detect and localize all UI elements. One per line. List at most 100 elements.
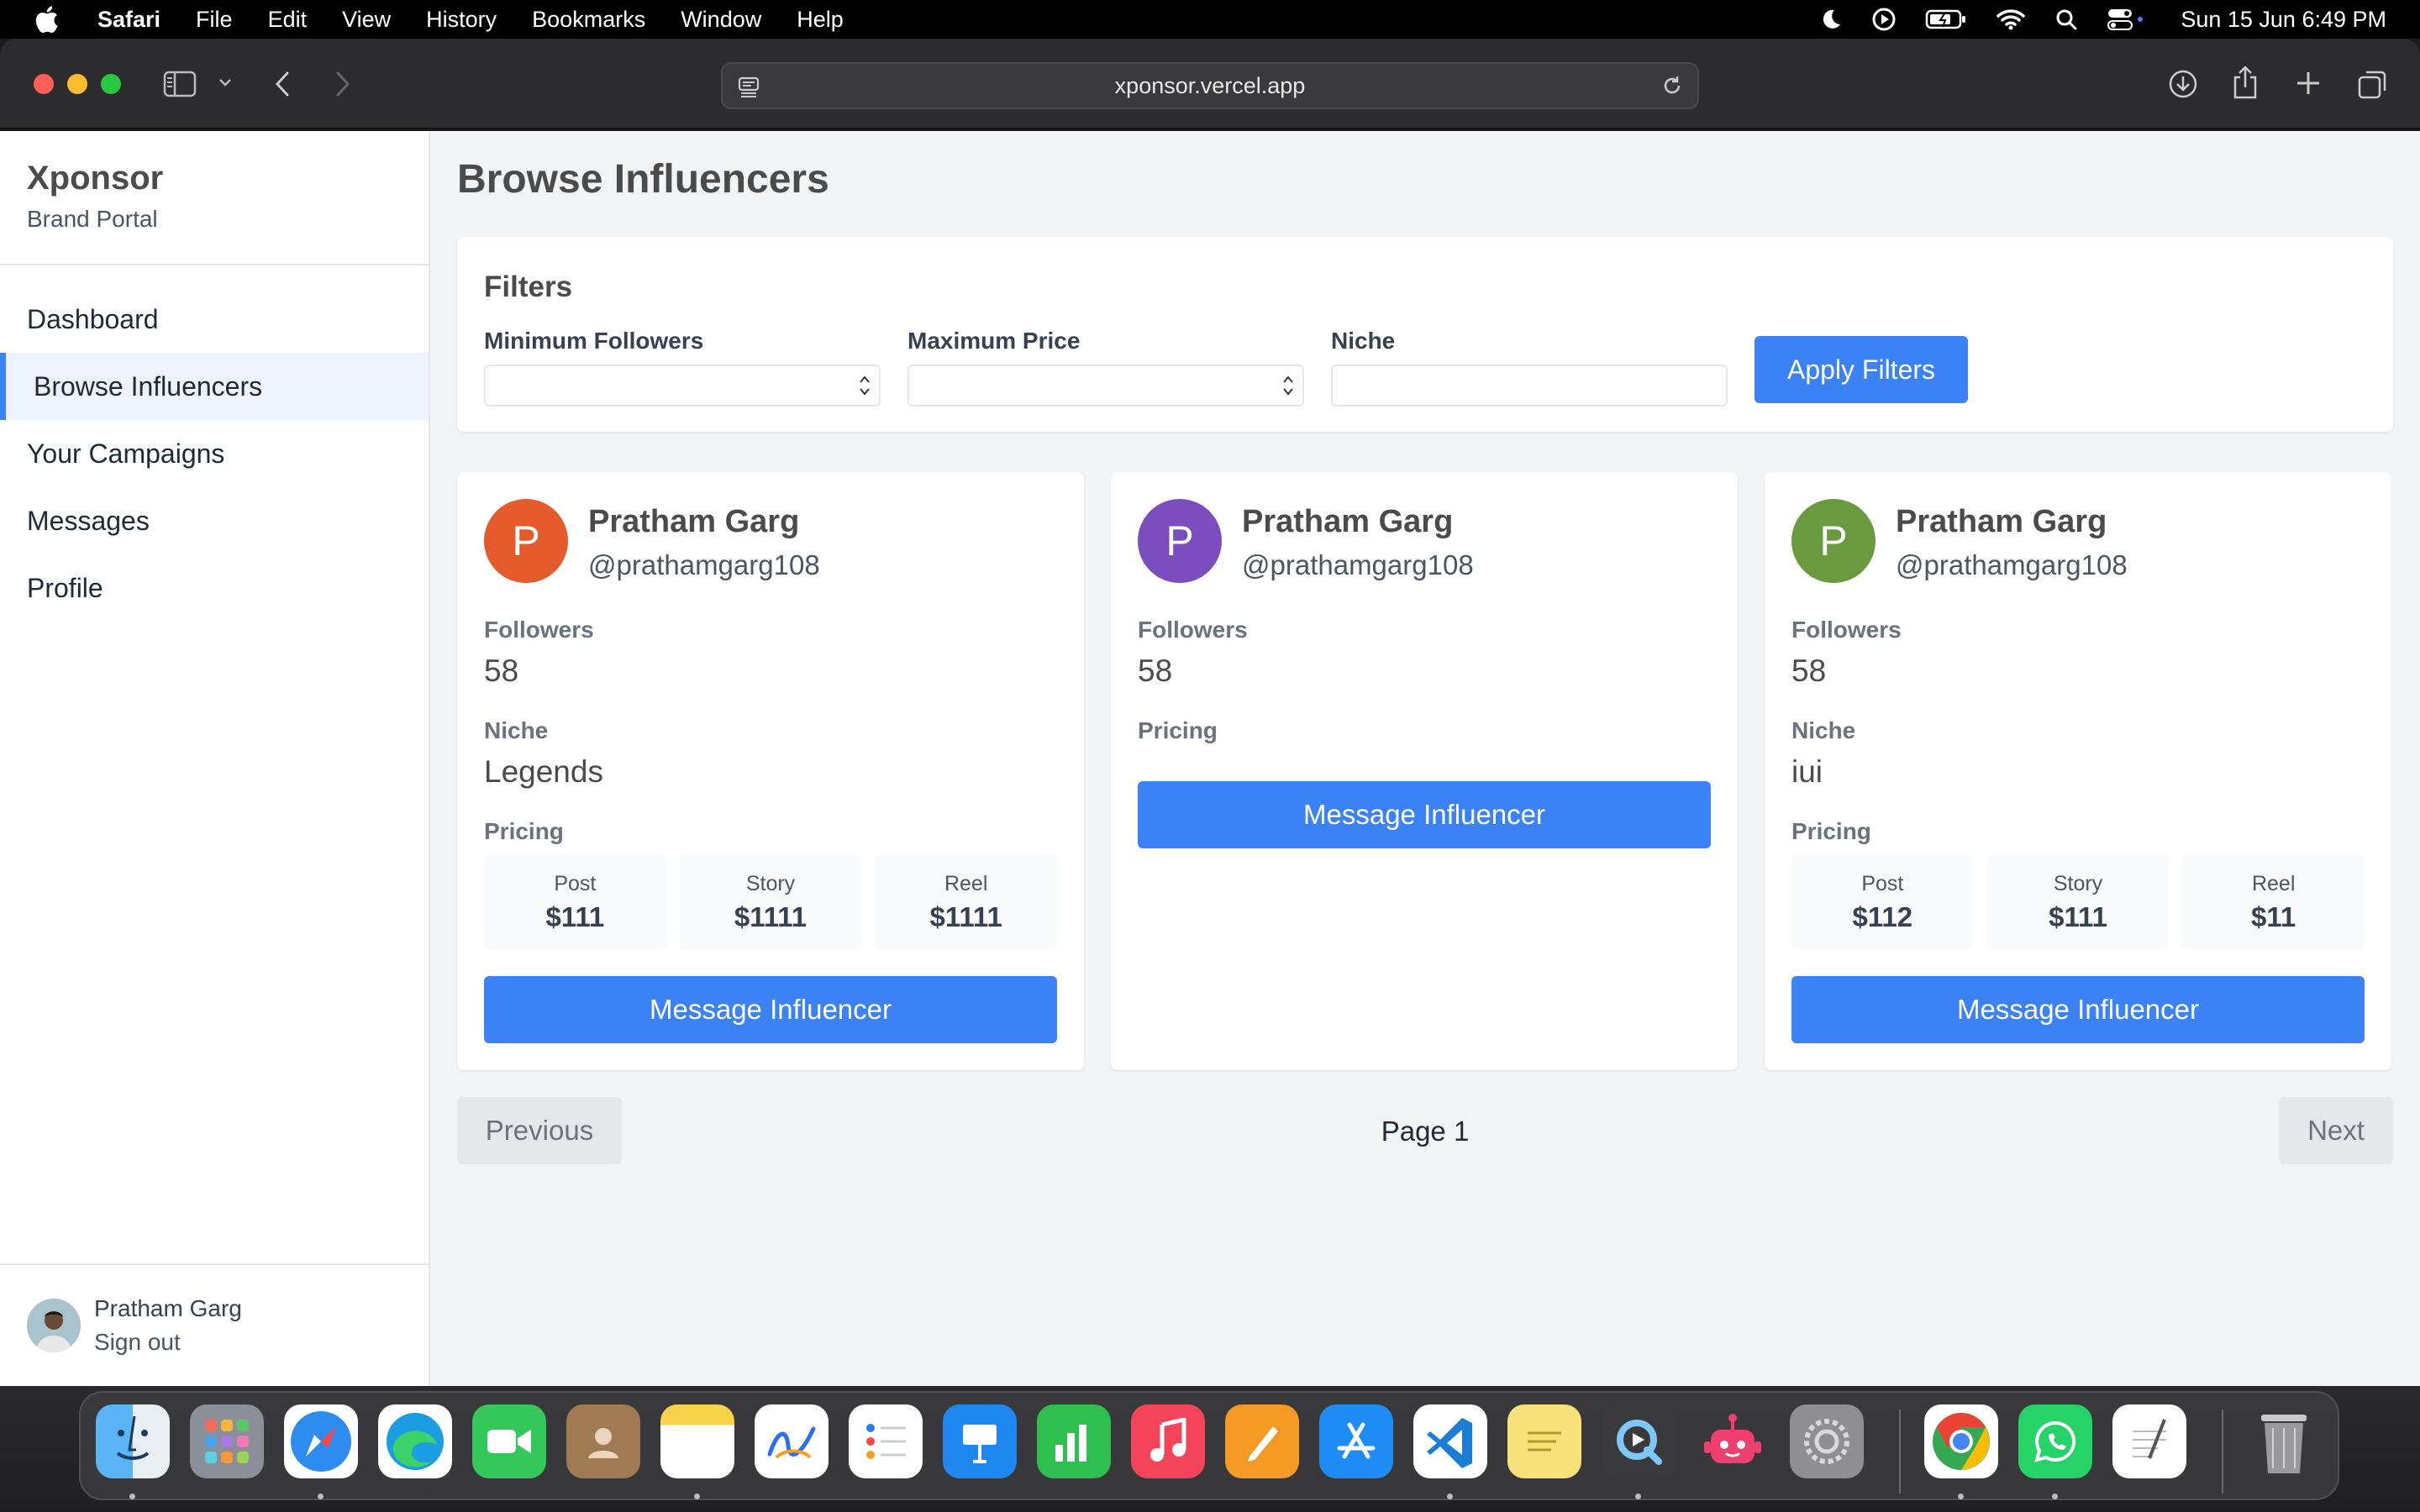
sidebar-item-browse-influencers[interactable]: Browse Influencers <box>0 353 429 420</box>
wifi-icon[interactable] <box>1996 8 2026 31</box>
user-avatar[interactable] <box>27 1299 81 1352</box>
freeform-icon[interactable] <box>755 1404 829 1478</box>
niche-input[interactable] <box>1331 365 1728 407</box>
safari-icon[interactable] <box>284 1404 358 1478</box>
forward-arrow-icon[interactable] <box>334 71 351 97</box>
sidebar-item-dashboard[interactable]: Dashboard <box>0 286 429 353</box>
price-value: $111 <box>545 900 605 932</box>
menu-window[interactable]: Window <box>681 7 761 33</box>
vscode-icon[interactable] <box>1413 1404 1487 1478</box>
number-spinner-icon[interactable] <box>859 373 871 398</box>
followers-label: Followers <box>484 617 594 643</box>
influencer-avatar: P <box>1138 499 1222 583</box>
facetime-icon[interactable] <box>472 1404 546 1478</box>
sidebar-item-your-campaigns[interactable]: Your Campaigns <box>0 420 429 487</box>
battery-icon[interactable] <box>1925 8 1967 30</box>
window-minimize-button[interactable] <box>67 74 87 94</box>
menu-clock[interactable]: Sun 15 Jun 6:49 PM <box>2181 7 2386 33</box>
control-center-icon[interactable] <box>2107 7 2145 32</box>
sidebar-nav: Dashboard Browse Influencers Your Campai… <box>0 265 429 622</box>
edge-icon[interactable] <box>378 1404 452 1478</box>
menu-app-name[interactable]: Safari <box>97 7 160 33</box>
trash-icon[interactable] <box>2247 1404 2321 1478</box>
numbers-icon[interactable] <box>1037 1404 1111 1478</box>
apply-filters-button[interactable]: Apply Filters <box>1754 336 1968 403</box>
running-indicator <box>129 1494 135 1499</box>
price-story: Story $111 <box>1986 855 2170 949</box>
next-page-button[interactable]: Next <box>2279 1097 2393 1164</box>
play-circle-icon[interactable] <box>1871 7 1897 32</box>
price-label: Story <box>2053 871 2103 895</box>
menu-file[interactable]: File <box>196 7 233 33</box>
influencer-handle: @prathamgarg108 <box>1242 549 1474 580</box>
sidebar-toggle-icon[interactable] <box>163 71 197 97</box>
launchpad-icon[interactable] <box>190 1404 264 1478</box>
min-followers-input[interactable] <box>484 365 881 407</box>
tab-overview-icon[interactable] <box>2358 69 2388 99</box>
window-zoom-button[interactable] <box>101 74 121 94</box>
filters-panel: Filters Minimum Followers Maximum Price … <box>457 237 2393 432</box>
pricing-label: Pricing <box>484 818 564 844</box>
music-icon[interactable] <box>1131 1404 1205 1478</box>
page-settings-icon[interactable] <box>738 76 760 97</box>
share-icon[interactable] <box>2232 66 2259 99</box>
menu-help[interactable]: Help <box>797 7 844 33</box>
apple-logo-icon[interactable] <box>34 5 59 34</box>
finder-icon[interactable] <box>96 1404 170 1478</box>
pricing-label: Pricing <box>1138 717 1218 743</box>
chevron-down-icon[interactable] <box>218 77 232 87</box>
pagination: Previous Page 1 Next <box>457 1097 2393 1164</box>
spotlight-search-icon[interactable] <box>2054 8 2078 31</box>
sidebar-item-profile[interactable]: Profile <box>0 554 429 622</box>
number-spinner-icon[interactable] <box>1282 373 1294 398</box>
browser-toolbar: xponsor.vercel.app <box>0 39 2420 129</box>
reload-icon[interactable] <box>1660 74 1684 97</box>
price-value: $11 <box>2251 900 2296 932</box>
downloads-icon[interactable] <box>2168 69 2198 99</box>
menu-bookmarks[interactable]: Bookmarks <box>532 7 645 33</box>
price-value: $1111 <box>734 900 808 932</box>
system-settings-icon[interactable] <box>1790 1404 1864 1478</box>
app-store-icon[interactable] <box>1319 1404 1393 1478</box>
message-influencer-button[interactable]: Message Influencer <box>1791 976 2365 1043</box>
message-influencer-button[interactable]: Message Influencer <box>1138 781 1711 848</box>
menu-history[interactable]: History <box>426 7 497 33</box>
robot-app-icon[interactable] <box>1696 1404 1770 1478</box>
reminders-icon[interactable] <box>849 1404 923 1478</box>
menu-edit[interactable]: Edit <box>268 7 308 33</box>
followers-value: 58 <box>484 654 519 688</box>
sign-out-link[interactable]: Sign out <box>94 1329 242 1356</box>
contacts-icon[interactable] <box>566 1404 640 1478</box>
price-reel: Reel $1111 <box>875 855 1058 949</box>
price-label: Reel <box>2251 871 2296 895</box>
user-photo-icon <box>27 1299 81 1352</box>
window-close-button[interactable] <box>34 74 54 94</box>
sidebar-item-messages[interactable]: Messages <box>0 487 429 554</box>
moon-icon[interactable] <box>1819 8 1843 31</box>
back-arrow-icon[interactable] <box>274 71 291 97</box>
quicktime-icon[interactable] <box>1602 1404 1676 1478</box>
influencer-avatar: P <box>1791 499 1876 583</box>
keynote-icon[interactable] <box>943 1404 1017 1478</box>
chrome-icon[interactable] <box>1924 1404 1998 1478</box>
niche-value: Legends <box>484 754 603 789</box>
pricing-label: Pricing <box>1791 818 1871 844</box>
whatsapp-icon[interactable] <box>2018 1404 2092 1478</box>
new-tab-plus-icon[interactable] <box>2296 71 2321 96</box>
message-influencer-button[interactable]: Message Influencer <box>484 976 1057 1043</box>
address-bar[interactable]: xponsor.vercel.app <box>721 62 1699 109</box>
min-followers-label: Minimum Followers <box>484 328 704 354</box>
textedit-icon[interactable] <box>2112 1404 2186 1478</box>
menu-view[interactable]: View <box>342 7 391 33</box>
influencer-name: Pratham Garg <box>1896 504 2107 539</box>
notes-icon[interactable] <box>660 1404 734 1478</box>
stickies-icon[interactable] <box>1507 1404 1581 1478</box>
price-value: $112 <box>1852 900 1913 932</box>
main-content: Browse Influencers Filters Minimum Follo… <box>457 131 2393 1164</box>
max-price-input[interactable] <box>908 365 1304 407</box>
brand-name[interactable]: Xponsor <box>27 160 402 197</box>
running-indicator <box>318 1494 324 1499</box>
pages-icon[interactable] <box>1225 1404 1299 1478</box>
price-post: Post $111 <box>484 855 666 949</box>
influencer-handle: @prathamgarg108 <box>1896 549 2128 580</box>
